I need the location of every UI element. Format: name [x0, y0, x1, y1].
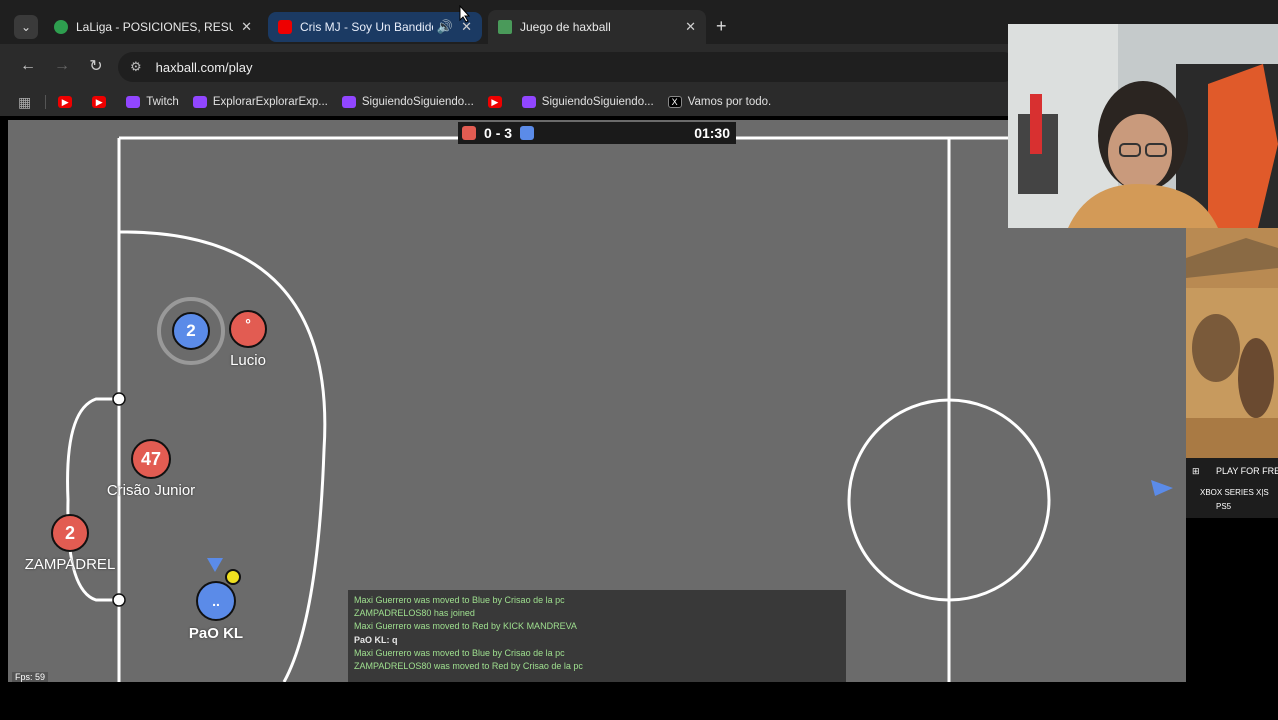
blue-score: 3: [504, 125, 513, 141]
twitch-icon: [341, 96, 356, 108]
player-lucio: °: [229, 310, 267, 348]
ad-cta-label[interactable]: PLAY FOR FREE: [1216, 466, 1278, 476]
match-timer: 01:30: [694, 125, 730, 141]
bookmark-label: Twitch: [146, 96, 179, 108]
bookmark-youtube[interactable]: ▶: [58, 96, 78, 108]
tab-haxball[interactable]: Juego de haxball ✕: [488, 10, 706, 44]
close-icon[interactable]: ✕: [685, 19, 696, 35]
x-icon: X: [667, 96, 682, 108]
player-number: 2: [186, 321, 196, 340]
player-zampadrel: 2: [51, 514, 89, 552]
chat-line: Maxi Guerrero was moved to Blue by Crisa…: [354, 595, 565, 605]
player-blue-2: 2: [172, 312, 210, 350]
chat-line: ZAMPADRELOS80 has joined: [354, 608, 475, 619]
chat-line: Maxi Guerrero was moved to Blue by Crisa…: [354, 647, 565, 658]
bookmark-youtube[interactable]: ▶: [487, 96, 508, 108]
youtube-icon: ▶: [487, 96, 502, 108]
chat-box[interactable]: Maxi Guerrero was moved to Blue by Crisa…: [348, 590, 846, 682]
bookmark-siguiendo[interactable]: SiguiendoSiguiendo...: [521, 96, 654, 108]
player-name: Lucio: [230, 352, 266, 369]
bookmark-twitch[interactable]: Twitch: [126, 96, 179, 108]
scoreboard: 0 - 3 01:30: [458, 122, 736, 144]
twitch-icon: [126, 96, 141, 108]
player-number: ..: [212, 593, 220, 609]
player-pao-kl: ..: [196, 581, 236, 621]
url-text: haxball.com/play: [155, 59, 253, 75]
tab-search-button[interactable]: ⌄: [14, 15, 38, 39]
bookmark-label: SiguiendoSiguiendo...: [361, 96, 474, 108]
xbox-label: XBOX SERIES X|S: [1200, 488, 1269, 497]
bookmark-x[interactable]: X Vamos por todo.: [667, 96, 772, 108]
twitch-icon: [192, 96, 207, 108]
chat-line: Maxi Guerrero was moved to Red by KICK M…: [354, 621, 577, 632]
ps5-label: PS5: [1216, 502, 1232, 511]
apps-grid-icon[interactable]: ▦: [18, 94, 31, 111]
chat-line: PaO KL: q: [354, 634, 398, 645]
tab-title: LaLiga - POSICIONES, RESULTADOS: [76, 20, 234, 34]
tab-title: Juego de haxball: [520, 20, 611, 34]
bookmark-youtube[interactable]: ▶: [92, 96, 112, 108]
ball: [225, 569, 241, 585]
twitch-icon: [521, 96, 536, 108]
youtube-icon: ▶: [92, 96, 107, 108]
laliga-icon: [54, 20, 68, 34]
bookmark-label: Vamos por todo.: [687, 96, 772, 108]
goal-post: [112, 392, 126, 406]
windows-icon: ⊞: [1192, 466, 1200, 476]
empty-panel: [1186, 518, 1278, 720]
player-name: ZAMPADREL: [24, 556, 116, 573]
youtube-icon: [278, 20, 292, 34]
goal-post: [112, 593, 126, 607]
mouse-cursor-icon: [459, 5, 471, 23]
close-icon[interactable]: ✕: [241, 19, 252, 35]
youtube-icon: ▶: [58, 96, 73, 108]
player-crisao: 47: [131, 439, 171, 479]
bookmark-label: SiguiendoSiguiendo...: [541, 96, 654, 108]
player-number: °: [245, 316, 251, 332]
game-advertisement[interactable]: ⊞ PLAY FOR FREE XBOX SERIES X|S PS5: [1186, 228, 1278, 518]
tab-laliga[interactable]: LaLiga - POSICIONES, RESULTADOS ✕: [44, 12, 262, 42]
red-score: 0: [484, 125, 492, 141]
score: 0 - 3: [484, 125, 512, 141]
forward-button[interactable]: →: [50, 54, 74, 78]
site-info-icon[interactable]: ⚙: [130, 59, 142, 75]
score-separator: -: [495, 125, 501, 141]
new-tab-button[interactable]: +: [716, 16, 727, 37]
haxball-icon: [498, 20, 512, 34]
offscreen-player-arrow: [1151, 480, 1173, 496]
webcam-overlay: [1008, 24, 1278, 228]
tab-youtube[interactable]: Cris MJ - Soy Un Bandido (Video 🔊 ✕: [268, 12, 482, 42]
red-team-swatch: [462, 126, 476, 140]
ad-artwork-image: [1186, 228, 1278, 458]
divider: [45, 95, 47, 109]
tab-title: Cris MJ - Soy Un Bandido (Video: [300, 20, 433, 34]
reload-button[interactable]: ↻: [84, 54, 108, 78]
fps-counter: Fps: 59: [12, 672, 49, 682]
player-direction-arrow: [207, 558, 223, 572]
player-number: 2: [64, 522, 75, 543]
speaker-icon[interactable]: 🔊: [437, 19, 453, 35]
address-bar[interactable]: ⚙ haxball.com/play: [118, 52, 1018, 82]
bookmark-explorar[interactable]: ExplorarExplorarExp...: [192, 96, 328, 108]
player-name: PaO KL: [188, 625, 244, 642]
bookmark-siguiendo[interactable]: SiguiendoSiguiendo...: [341, 96, 474, 108]
chat-line: ZAMPADRELOS80 was moved to Red by Crisao…: [354, 661, 583, 672]
player-name: Crisão Junior: [106, 482, 196, 499]
blue-team-swatch: [520, 126, 535, 140]
streamer-webcam-image: [1008, 24, 1278, 228]
bookmark-label: ExplorarExplorarExp...: [212, 96, 328, 108]
player-number: 47: [140, 448, 162, 469]
ad-cta-panel[interactable]: ⊞ PLAY FOR FREE XBOX SERIES X|S PS5: [1186, 458, 1278, 518]
back-button[interactable]: ←: [16, 54, 40, 78]
